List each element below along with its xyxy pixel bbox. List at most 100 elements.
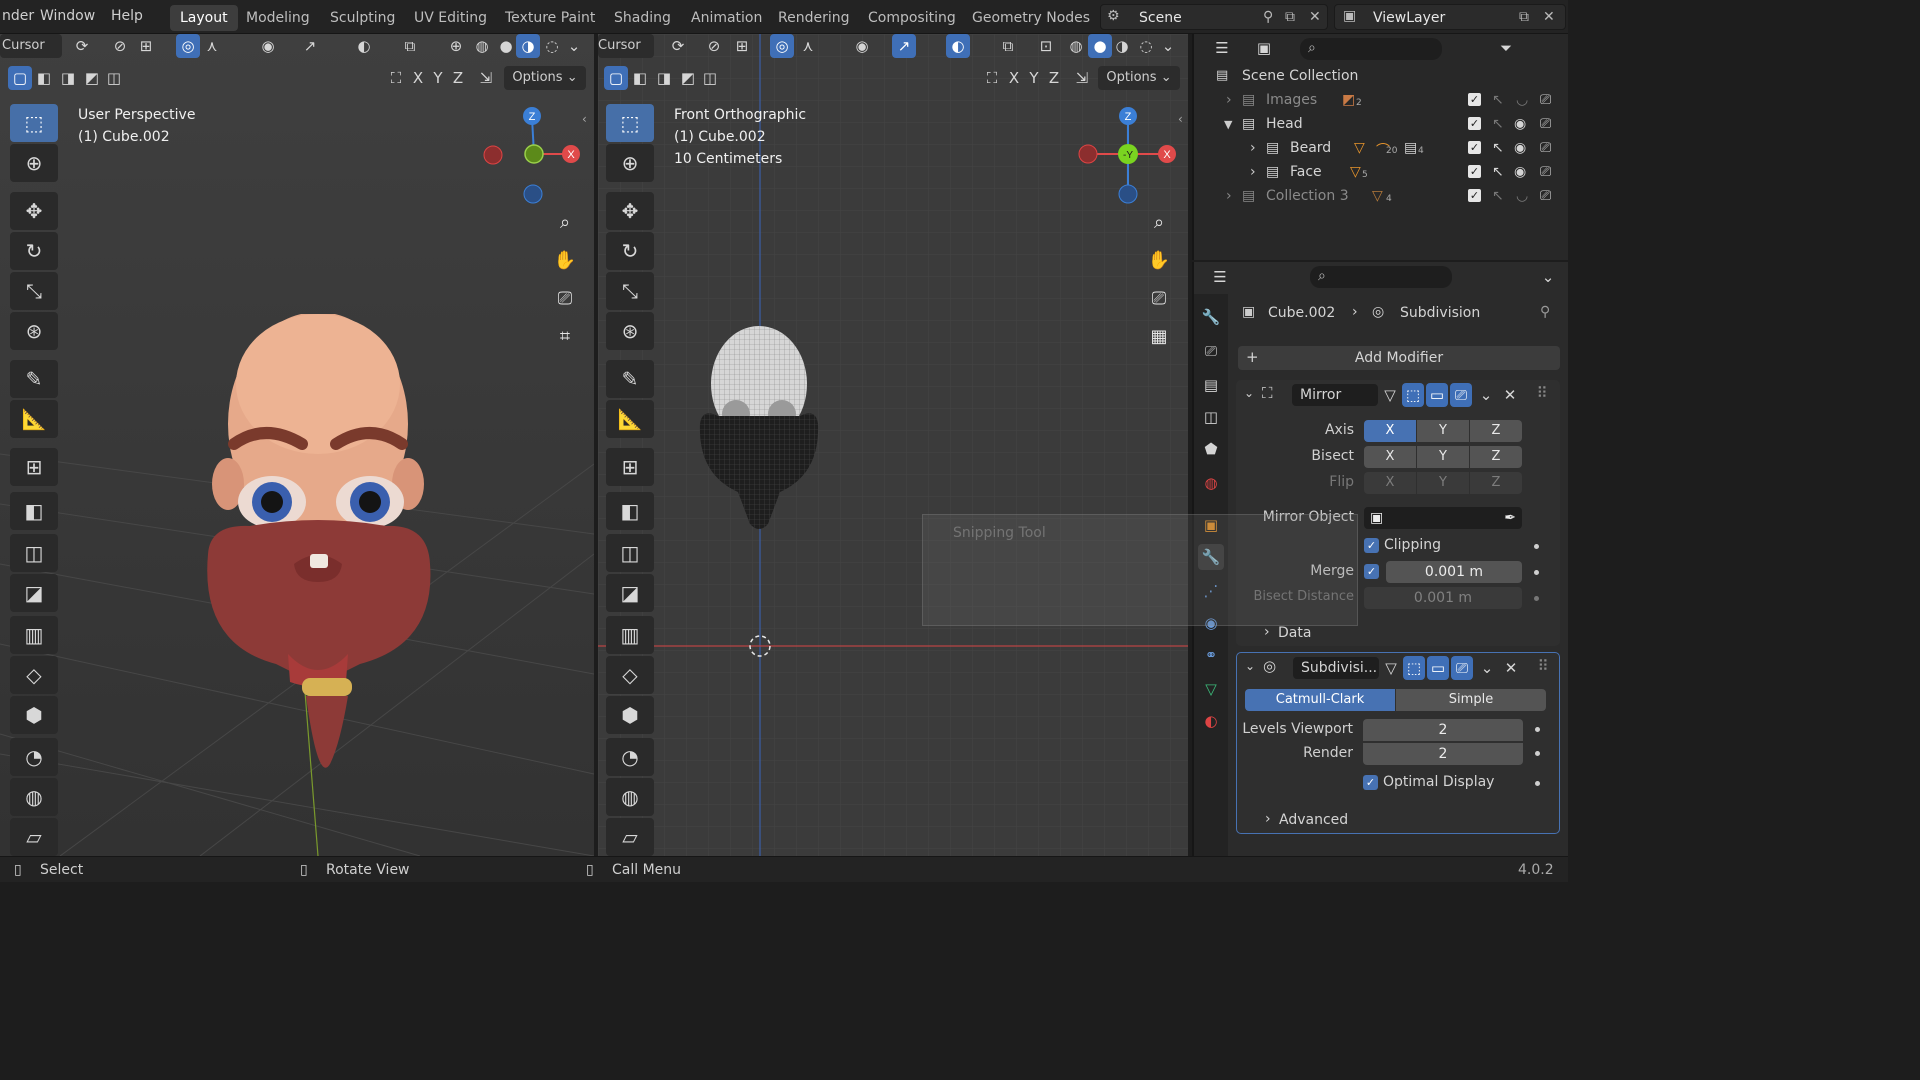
tab-rendering[interactable]: Rendering — [768, 5, 860, 31]
visibility-icon[interactable]: ◉ — [850, 34, 874, 58]
outliner-row-images[interactable]: › ▤ Images ◩ 2 ✓ ↖ ◡ ⎚ — [1194, 88, 1570, 112]
cursor-tool[interactable]: ⊕ — [10, 144, 58, 182]
snap-icon[interactable]: ⊘ — [108, 34, 132, 58]
rotate-tool[interactable]: ↻ — [10, 232, 58, 270]
eye-closed-icon[interactable]: ◡ — [1516, 188, 1528, 204]
ortho-toggle-icon[interactable]: ⌗ — [548, 320, 582, 354]
scene-name[interactable]: Scene — [1139, 10, 1182, 26]
options-dropdown[interactable]: Options ⌄ — [504, 66, 586, 90]
cage-toggle-icon[interactable]: ⬚ — [1403, 656, 1425, 680]
knife-tool[interactable]: ◇ — [606, 656, 654, 694]
select-intersect-icon[interactable]: ◫ — [102, 66, 126, 90]
overlay-icon[interactable]: ◐ — [946, 34, 970, 58]
menu-help[interactable]: Help — [111, 8, 143, 24]
annotate-tool[interactable]: ✎ — [10, 360, 58, 398]
select-extend-icon[interactable]: ◧ — [628, 66, 652, 90]
transform-tool[interactable]: ⊛ — [606, 312, 654, 350]
expand-arrow-icon[interactable]: › — [1226, 188, 1232, 204]
head-wireframe[interactable] — [694, 324, 824, 534]
rendered-shading-icon[interactable]: ◌ — [1134, 34, 1158, 58]
spin-tool[interactable]: ◔ — [10, 738, 58, 776]
mirror-axis-icon[interactable]: ⛶ — [980, 66, 1004, 90]
expand-arrow-icon[interactable]: › — [1265, 811, 1271, 827]
snap-icon[interactable]: ⊘ — [702, 34, 726, 58]
viewport-toggle-icon[interactable]: ▭ — [1427, 656, 1449, 680]
select-extend-icon[interactable]: ◧ — [32, 66, 56, 90]
smooth-tool[interactable]: ◍ — [606, 778, 654, 816]
select-toggle-icon[interactable]: ↖ — [1492, 92, 1504, 108]
expand-arrow-icon[interactable]: › — [1226, 92, 1232, 108]
move-tool[interactable]: ✥ — [10, 192, 58, 230]
outliner-row-beard[interactable]: › ▤ Beard ▽ ⌒ 20 ▤ 4 ✓ ↖ ◉ ⎚ — [1194, 136, 1570, 160]
render-levels-field[interactable]: 2 — [1363, 743, 1523, 765]
collapse-arrow-icon[interactable]: ▼ — [1224, 118, 1232, 131]
tab-layout[interactable]: Layout — [170, 5, 238, 31]
mode-dropdown[interactable]: Cursor — [598, 34, 654, 58]
axis-z-toggle[interactable]: Z — [1470, 420, 1522, 442]
levels-viewport-field[interactable]: 2 — [1363, 719, 1523, 741]
move-tool[interactable]: ✥ — [606, 192, 654, 230]
close-icon[interactable]: ✕ — [1543, 9, 1555, 25]
collapse-arrow-icon[interactable]: ⌄ — [1245, 659, 1255, 673]
shear-tool[interactable]: ▱ — [606, 818, 654, 856]
render-camera-icon[interactable]: ⎚ — [1540, 140, 1551, 156]
chevron-down-icon[interactable]: ⌄ — [1156, 34, 1180, 58]
axis-z-toggle[interactable]: Z — [446, 66, 470, 90]
tab-modeling[interactable]: Modeling — [236, 5, 320, 31]
render-camera-icon[interactable]: ⎚ — [1540, 164, 1551, 180]
tab-shading[interactable]: Shading — [604, 5, 681, 31]
extrude-tool[interactable]: ◧ — [606, 492, 654, 530]
select-subtract-icon[interactable]: ◨ — [652, 66, 676, 90]
tab-animation[interactable]: Animation — [681, 5, 772, 31]
data-tab-icon[interactable]: ▽ — [1198, 676, 1224, 702]
keyframe-dot[interactable] — [1534, 570, 1539, 575]
rendered-shading-icon[interactable]: ◌ — [540, 34, 564, 58]
annotate-tool[interactable]: ✎ — [606, 360, 654, 398]
grid-view-icon[interactable]: ▦ — [1142, 320, 1176, 354]
view-layer-tab-icon[interactable]: ◫ — [1198, 404, 1224, 430]
sidebar-toggle-icon[interactable]: ‹ — [582, 112, 587, 126]
select-new-icon[interactable]: ▢ — [8, 66, 32, 90]
select-intersect-icon[interactable]: ◫ — [698, 66, 722, 90]
bevel-tool[interactable]: ◪ — [606, 574, 654, 612]
extrude-tool[interactable]: ◧ — [10, 492, 58, 530]
add-cube-tool[interactable]: ⊞ — [606, 448, 654, 486]
select-box-tool[interactable]: ⬚ — [10, 104, 58, 142]
knife-tool[interactable]: ◇ — [10, 656, 58, 694]
chevron-down-icon[interactable]: ⌄ — [1475, 656, 1499, 680]
pan-hand-icon[interactable]: ✋ — [1142, 244, 1176, 278]
select-toggle-icon[interactable]: ↖ — [1492, 116, 1504, 132]
zoom-icon[interactable]: ⌕ — [548, 206, 582, 240]
render-camera-icon[interactable]: ⎚ — [1540, 188, 1551, 204]
gizmo-icon[interactable]: ↗ — [298, 34, 322, 58]
wireframe-icon[interactable]: ◍ — [470, 34, 494, 58]
eye-closed-icon[interactable]: ◡ — [1516, 92, 1528, 108]
gizmo-icon[interactable]: ↗ — [892, 34, 916, 58]
cage-toggle-icon[interactable]: ⬚ — [1402, 383, 1424, 407]
editor-type-icon[interactable]: ☰ — [1208, 265, 1232, 289]
sidebar-toggle-icon[interactable]: ‹ — [1178, 112, 1183, 126]
xray-toggle-icon[interactable]: ⊡ — [1034, 34, 1058, 58]
select-toggle-icon[interactable]: ↖ — [1492, 188, 1504, 204]
outliner-row-collection-3[interactable]: › ▤ Collection 3 ▽ 4 ✓ ↖ ◡ ⎚ — [1194, 184, 1570, 208]
outliner-row-scene-collection[interactable]: ▤ Scene Collection — [1194, 64, 1570, 88]
tab-geometry-nodes[interactable]: Geometry Nodes — [962, 5, 1100, 31]
render-camera-icon[interactable]: ⎚ — [1540, 116, 1551, 132]
scene-selector[interactable]: ⚙ Scene ⚲ ⧉ ✕ — [1100, 4, 1328, 30]
eye-icon[interactable]: ◉ — [1514, 164, 1526, 180]
new-viewlayer-icon[interactable]: ⧉ — [1519, 9, 1529, 25]
keyframe-dot[interactable] — [1535, 781, 1540, 786]
chevron-down-icon[interactable]: ⌄ — [1536, 265, 1560, 289]
chevron-down-icon[interactable]: ⌄ — [562, 34, 586, 58]
loop-cut-tool[interactable]: ▥ — [606, 616, 654, 654]
options-dropdown[interactable]: Options ⌄ — [1098, 66, 1180, 90]
head-model[interactable] — [190, 314, 440, 774]
chevron-down-icon[interactable]: ⌄ — [1474, 383, 1498, 407]
camera-icon[interactable]: ⎚ — [548, 282, 582, 316]
exclude-checkbox[interactable]: ✓ — [1468, 165, 1481, 178]
inset-tool[interactable]: ◫ — [606, 534, 654, 572]
merge-checkbox[interactable]: ✓ — [1364, 564, 1379, 579]
flip-y-toggle[interactable]: Y — [1417, 472, 1469, 494]
xray-icon[interactable]: ⧉ — [398, 34, 422, 58]
pin-icon[interactable]: ⚲ — [1540, 304, 1550, 320]
